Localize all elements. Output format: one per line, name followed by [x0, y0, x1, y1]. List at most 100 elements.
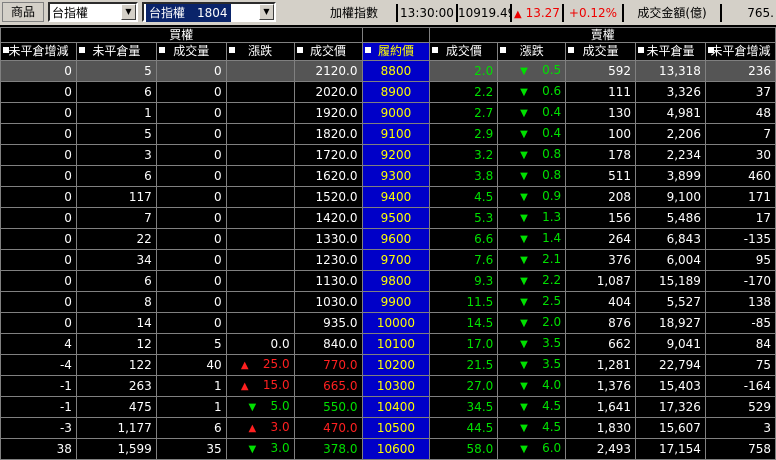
product-select[interactable]: 台指權 ▼	[48, 2, 138, 22]
index-info-bar: 加權指數 13:30:00 10919.49 ▲ 13.27 +0.12% 成交…	[312, 4, 776, 22]
call-volume-value: 0	[214, 168, 222, 183]
strike-price-value: 9400	[380, 189, 412, 204]
sort-marker-icon	[3, 47, 9, 53]
put-change: ▼ 3.5	[497, 354, 567, 376]
call-open-interest: 1,599	[75, 438, 157, 460]
put-open-interest-value: 5,486	[666, 210, 701, 225]
call-change-value: 0.0	[270, 336, 290, 351]
put-change-value: 1.4	[542, 231, 562, 245]
put-volume: 511	[565, 165, 637, 187]
put-col-header-0[interactable]: 成交價	[429, 42, 499, 61]
table-row[interactable]: 0 3 0 1720.0 9200 3.2 ▼ 0.8 178 2,234 30	[0, 144, 776, 166]
call-col-header-2[interactable]: 成交量	[155, 42, 227, 61]
call-price: 550.0	[293, 396, 363, 418]
call-volume-value: 5	[214, 336, 222, 351]
put-price: 17.0	[429, 333, 499, 355]
strike-price-value: 9300	[380, 168, 412, 183]
call-open-interest-value: 14	[136, 315, 152, 330]
put-price-value: 2.9	[474, 126, 494, 141]
put-change: ▼ 0.9	[497, 186, 567, 208]
table-row[interactable]: 0 6 0 1130.0 9800 9.3 ▼ 2.2 1,087 15,189 -170	[0, 270, 776, 292]
col-header-label: 未平倉增減	[8, 44, 69, 58]
table-row[interactable]: -4 122 40 ▲ 25.0 770.0 10200 21.5 ▼ 3.5 1,281 22,79…	[0, 354, 776, 376]
call-price-value: 1420.0	[315, 210, 358, 225]
table-row[interactable]: 0 5 0 2120.0 8800 2.0 ▼ 0.5 592 13,318 236	[0, 60, 776, 82]
table-row[interactable]: 0 7 0 1420.0 9500 5.3 ▼ 1.3 156 5,486 17	[0, 207, 776, 229]
call-open-interest: 117	[75, 186, 157, 208]
put-open-interest-value: 5,527	[666, 294, 701, 309]
put-volume: 264	[565, 228, 637, 250]
call-col-header-3[interactable]: 漲跌	[225, 42, 295, 61]
table-row[interactable]: 0 6 0 2020.0 8900 2.2 ▼ 0.6 111 3,326 37	[0, 81, 776, 103]
put-price: 5.3	[429, 207, 499, 229]
put-price: 34.5	[429, 396, 499, 418]
table-row[interactable]: -1 263 1 ▲ 15.0 665.0 10300 27.0 ▼ 4.0 1,376 15,403…	[0, 375, 776, 397]
chevron-down-icon[interactable]: ▼	[259, 4, 274, 20]
table-row[interactable]: 4 12 5 0.0 840.0 10100 17.0 ▼ 3.5 662 9,041 84	[0, 333, 776, 355]
call-open-interest-value: 34	[136, 252, 152, 267]
put-change-value: 2.5	[542, 294, 562, 308]
call-volume: 6	[155, 417, 227, 439]
table-row[interactable]: 0 14 0 935.0 10000 14.5 ▼ 2.0 876 18,927 -85	[0, 312, 776, 334]
put-oi-change-value: 84	[755, 336, 771, 351]
quote-rows: 0 5 0 2120.0 8800 2.0 ▼ 0.5 592 13,318 236 0 6 0 2020.…	[0, 60, 776, 460]
strike-price-value: 10100	[376, 336, 416, 351]
put-col-header-2[interactable]: 成交量	[565, 42, 637, 61]
table-row[interactable]: 0 8 0 1030.0 9900 11.5 ▼ 2.5 404 5,527 138	[0, 291, 776, 313]
call-volume: 0	[155, 102, 227, 124]
call-price: 935.0	[293, 312, 363, 334]
strike-price: 10600	[361, 438, 431, 460]
table-row[interactable]: -1 475 1 ▼ 5.0 550.0 10400 34.5 ▼ 4.5 1,641 17,326 5…	[0, 396, 776, 418]
put-volume-value: 156	[608, 210, 632, 225]
call-volume: 0	[155, 81, 227, 103]
put-volume-value: 592	[608, 63, 632, 78]
table-row[interactable]: 0 34 0 1230.0 9700 7.6 ▼ 2.1 376 6,004 95	[0, 249, 776, 271]
call-oi-change: -1	[0, 396, 77, 418]
contract-select[interactable]: 台指權 1804 ▼	[142, 2, 276, 22]
table-row[interactable]: 0 117 0 1520.0 9400 4.5 ▼ 0.9 208 9,100 171	[0, 186, 776, 208]
put-change: ▼ 0.4	[497, 102, 567, 124]
table-row[interactable]: 0 22 0 1330.0 9600 6.6 ▼ 1.4 264 6,843 -135	[0, 228, 776, 250]
put-change-value: 0.8	[542, 168, 562, 182]
table-row[interactable]: 0 5 0 1820.0 9100 2.9 ▼ 0.4 100 2,206 7	[0, 123, 776, 145]
call-col-header-1[interactable]: 未平倉量	[75, 42, 157, 61]
put-price-value: 2.2	[474, 84, 494, 99]
put-price: 2.9	[429, 123, 499, 145]
strike-col-header[interactable]: 履約價	[361, 42, 431, 61]
call-open-interest-value: 5	[144, 126, 152, 141]
call-volume: 0	[155, 60, 227, 82]
call-oi-change: 0	[0, 144, 77, 166]
table-row[interactable]: -3 1,177 6 ▲ 3.0 470.0 10500 44.5 ▼ 4.5 1,830 15,60…	[0, 417, 776, 439]
put-change: ▼ 0.8	[497, 165, 567, 187]
call-open-interest-value: 5	[144, 63, 152, 78]
call-price-value: 935.0	[323, 315, 358, 330]
call-change: ▲ 15.0	[225, 375, 295, 397]
put-change-value: 2.0	[542, 315, 562, 329]
call-col-header-0[interactable]: 未平倉增減	[0, 42, 77, 61]
table-row[interactable]: 38 1,599 35 ▼ 3.0 378.0 10600 58.0 ▼ 6.0 2,493 17,1…	[0, 438, 776, 460]
put-price-value: 6.6	[474, 231, 494, 246]
put-oi-change-value: 171	[748, 189, 771, 204]
table-row[interactable]: 0 6 0 1620.0 9300 3.8 ▼ 0.8 511 3,899 460	[0, 165, 776, 187]
put-col-header-3[interactable]: 未平倉量	[635, 42, 706, 61]
put-oi-change: 37	[704, 81, 776, 103]
put-col-header-4[interactable]: 未平倉增減	[704, 42, 776, 61]
put-change: ▼ 2.1	[497, 249, 567, 271]
put-volume-value: 1,641	[596, 399, 632, 414]
put-col-header-1[interactable]: 漲跌	[497, 42, 567, 61]
put-oi-change-value: 48	[755, 105, 771, 120]
call-price-value: 378.0	[323, 441, 358, 456]
call-volume: 35	[155, 438, 227, 460]
put-price-value: 11.5	[466, 294, 494, 309]
put-price: 2.7	[429, 102, 499, 124]
put-oi-change: 138	[704, 291, 776, 313]
call-price: 2120.0	[293, 60, 363, 82]
put-open-interest: 5,486	[635, 207, 706, 229]
call-volume: 0	[155, 249, 227, 271]
table-row[interactable]: 0 1 0 1920.0 9000 2.7 ▼ 0.4 130 4,981 48	[0, 102, 776, 124]
call-oi-change: 0	[0, 207, 77, 229]
chevron-down-icon[interactable]: ▼	[121, 4, 136, 20]
put-change: ▼ 3.5	[497, 333, 567, 355]
call-col-header-4[interactable]: 成交價	[293, 42, 363, 61]
put-price: 4.5	[429, 186, 499, 208]
